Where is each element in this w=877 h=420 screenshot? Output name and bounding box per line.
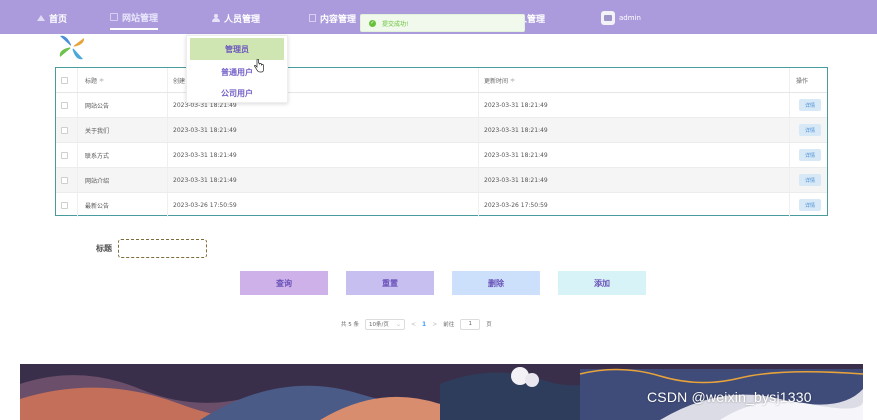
query-button[interactable]: 查询 xyxy=(240,271,328,295)
table-row[interactable]: 最新公告 2023-03-26 17:50:59 2023-03-26 17:5… xyxy=(56,193,827,218)
pagination: 共 5 条 10条/页 ⌄ < 1 > 前往 1 页 xyxy=(341,318,492,330)
nav-label: 人员管理 xyxy=(224,14,261,25)
total-count: 共 5 条 xyxy=(341,322,359,328)
avatar-icon xyxy=(601,11,615,25)
table-row[interactable]: 网站介绍 2023-03-31 18:21:49 2023-03-31 18:2… xyxy=(56,168,827,193)
nav-label: 首页 xyxy=(49,14,68,25)
chevron-down-icon: ⌄ xyxy=(395,320,401,328)
page: 首页 网站管理 人员管理 内容管理 人管理 admin ✓ 提交成功! 标题 ≑… xyxy=(0,0,877,420)
row-checkbox[interactable] xyxy=(61,102,68,109)
detail-button[interactable]: 详情 xyxy=(799,199,821,211)
next-page-button[interactable]: > xyxy=(432,321,437,328)
search-label: 标题 xyxy=(96,244,112,253)
dropdown-item-normal-user[interactable]: 普通用户 xyxy=(187,61,287,83)
cell-title: 联系方式 xyxy=(85,152,110,160)
delete-button[interactable]: 删除 xyxy=(452,271,540,295)
header-created[interactable]: 创建 xyxy=(173,68,185,92)
cell-updated: 2023-03-26 17:50:59 xyxy=(484,201,548,209)
username: admin xyxy=(619,14,641,22)
goto-page-input[interactable]: 1 xyxy=(460,318,481,330)
cell-created: 2023-03-31 18:21:49 xyxy=(173,176,237,184)
detail-button[interactable]: 详情 xyxy=(799,124,821,136)
row-checkbox[interactable] xyxy=(61,177,68,184)
cell-updated: 2023-03-31 18:21:49 xyxy=(484,176,548,184)
title-search-input[interactable] xyxy=(118,239,207,258)
current-page[interactable]: 1 xyxy=(422,321,426,328)
success-toast: ✓ 提交成功! xyxy=(360,14,525,32)
cell-created: 2023-03-26 17:50:59 xyxy=(173,201,237,209)
person-icon xyxy=(212,14,220,22)
cell-updated: 2023-03-31 18:21:49 xyxy=(484,151,548,159)
cell-updated: 2023-03-31 18:21:49 xyxy=(484,126,548,134)
cell-created: 2023-03-31 18:21:49 xyxy=(173,126,237,134)
prev-page-button[interactable]: < xyxy=(411,321,416,328)
row-checkbox[interactable] xyxy=(61,127,68,134)
dropdown-item-company-user[interactable]: 公司用户 xyxy=(187,82,287,104)
sort-icon: ≑ xyxy=(99,76,105,84)
nav-item-content-management[interactable]: 内容管理 xyxy=(309,10,356,26)
table-row[interactable]: 联系方式 2023-03-31 18:21:49 2023-03-31 18:2… xyxy=(56,143,827,168)
toast-message: 提交成功! xyxy=(382,20,409,28)
nav-item-site-management[interactable]: 网站管理 xyxy=(110,8,159,30)
table-header-row: 标题 ≑ 创建 更新时间 ≑ 操作 xyxy=(56,68,827,93)
nav-item-home[interactable]: 首页 xyxy=(37,10,67,26)
staff-dropdown-menu: 管理员 普通用户 公司用户 xyxy=(186,35,288,103)
data-table: 标题 ≑ 创建 更新时间 ≑ 操作 网站公告 2023-03-31 18:21:49… xyxy=(55,67,828,218)
table-row[interactable]: 关于我们 2023-03-31 18:21:49 2023-03-31 18:2… xyxy=(56,118,827,143)
cell-updated: 2023-03-31 18:21:49 xyxy=(484,101,548,109)
check-circle-icon: ✓ xyxy=(369,19,376,27)
detail-button[interactable]: 详情 xyxy=(799,99,821,111)
goto-label: 前往 xyxy=(443,322,455,328)
add-button[interactable]: 添加 xyxy=(558,271,646,295)
select-all-checkbox[interactable] xyxy=(61,77,68,84)
cell-title: 最新公告 xyxy=(85,202,110,210)
pinwheel-logo-icon xyxy=(59,35,85,60)
detail-button[interactable]: 详情 xyxy=(799,174,821,186)
user-menu[interactable]: admin xyxy=(601,10,641,26)
home-icon xyxy=(37,15,45,21)
reset-button[interactable]: 重置 xyxy=(346,271,434,295)
cell-title: 网站介绍 xyxy=(85,177,110,185)
row-checkbox[interactable] xyxy=(61,152,68,159)
dropdown-item-admin[interactable]: 管理员 xyxy=(190,38,284,60)
page-suffix: 页 xyxy=(486,322,492,328)
cell-title: 关于我们 xyxy=(85,127,110,135)
row-checkbox[interactable] xyxy=(61,202,68,209)
detail-button[interactable]: 详情 xyxy=(799,149,821,161)
header-updated[interactable]: 更新时间 ≑ xyxy=(484,68,515,92)
nav-label: 网站管理 xyxy=(122,13,159,24)
table-row[interactable]: 网站公告 2023-03-31 18:21:49 2023-03-31 18:2… xyxy=(56,93,827,118)
cell-created: 2023-03-31 18:21:49 xyxy=(173,151,237,159)
header-actions: 操作 xyxy=(796,77,809,85)
nav-label: 内容管理 xyxy=(320,14,357,25)
watermark-text: CSDN @weixin_bysj1330 xyxy=(647,389,812,405)
sort-icon: ≑ xyxy=(510,76,516,84)
header-title[interactable]: 标题 ≑ xyxy=(85,68,104,92)
grid-icon xyxy=(110,13,118,21)
page-size-select[interactable]: 10条/页 ⌄ xyxy=(365,318,405,330)
document-icon xyxy=(309,14,316,22)
nav-item-staff-management[interactable]: 人员管理 xyxy=(212,10,260,26)
cell-title: 网站公告 xyxy=(85,102,110,110)
hand-cursor-icon xyxy=(254,59,264,73)
